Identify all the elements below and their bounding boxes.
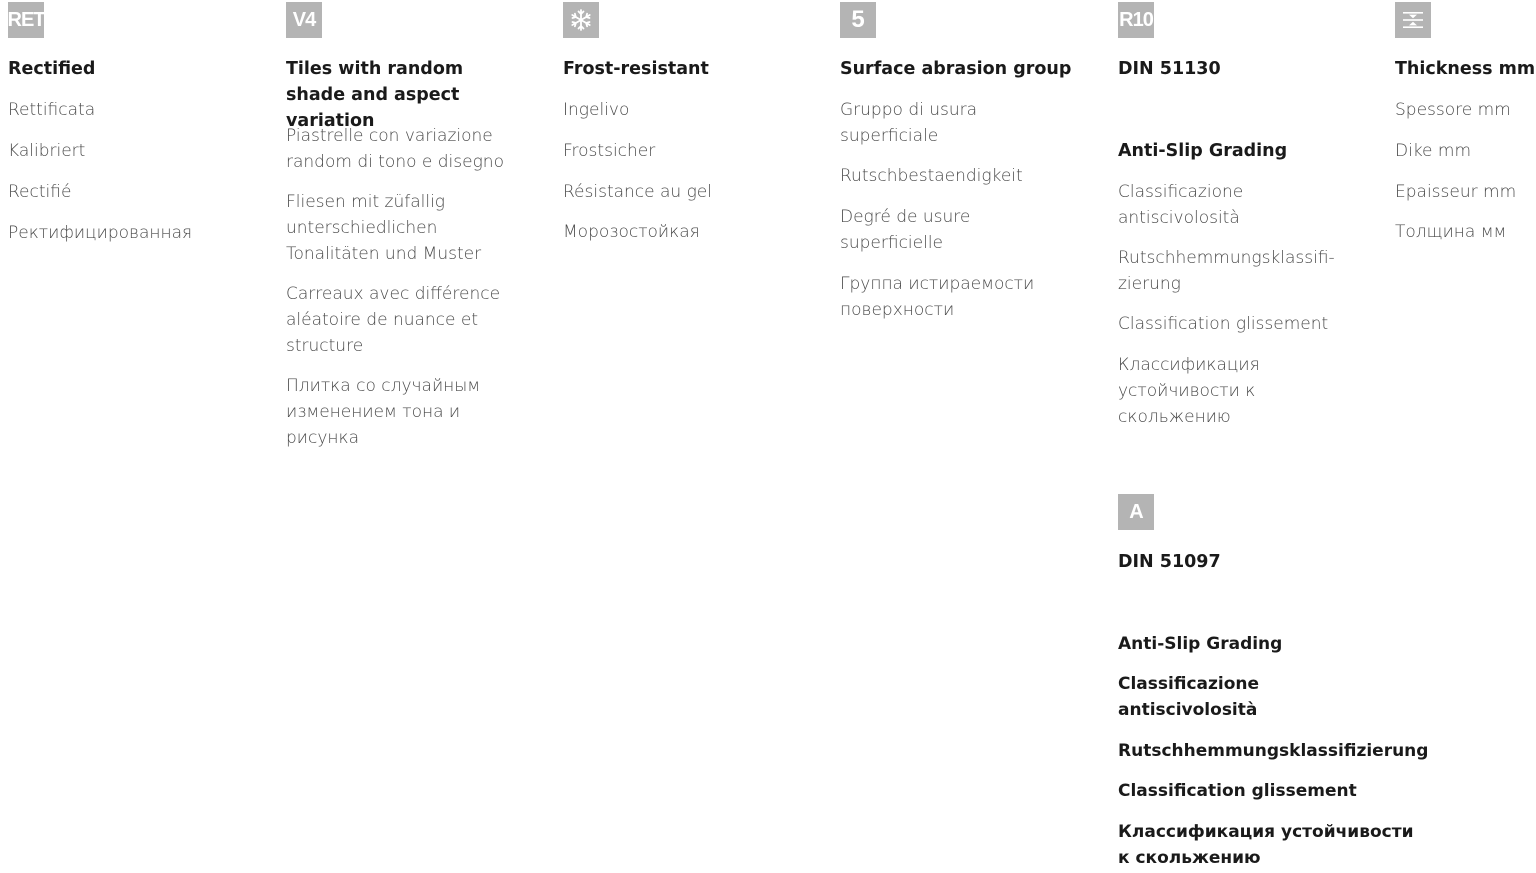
translation-item: Группа истираемости поверхности: [840, 274, 1035, 320]
translation-item: Толщина мм: [1395, 222, 1507, 242]
thickness-icon: [1403, 12, 1423, 28]
translation-item: Плитка со случайным изменением тона и ри…: [286, 376, 481, 448]
translation-item: Classificazione antiscivolosità: [1118, 674, 1260, 720]
translation-item: Rutschhemmungsklassifizierung: [1118, 741, 1429, 761]
translation-item: Rutschhemmungsklassifi- zierung: [1118, 248, 1335, 294]
translation-item: Degré de usure superficielle: [840, 207, 971, 253]
frost-badge: [563, 2, 599, 38]
rectified-badge: RET: [8, 2, 46, 38]
column-title: DIN 51130: [1118, 59, 1221, 79]
column-title: Rectified: [8, 59, 96, 79]
translation-item: Морозостойкая: [563, 222, 700, 242]
translation-item: Kalibriert: [8, 141, 86, 161]
column-title-secondary: DIN 51097: [1118, 552, 1221, 572]
column-title: Surface abrasion group: [840, 59, 1072, 79]
translation-item: Frostsicher: [563, 141, 656, 161]
r10-badge: R10: [1118, 2, 1154, 38]
v4-badge: V4: [286, 2, 322, 38]
translation-item: Rutschbestaendigkeit: [840, 166, 1023, 186]
translation-item: Ректифицированная: [8, 223, 193, 243]
abrasion-class-badge: 5: [840, 2, 876, 38]
translation-item: Résistance au gel: [563, 182, 712, 202]
translation-item: Piastrelle con variazione random di tono…: [286, 126, 504, 172]
translation-item: Classification glissement: [1118, 781, 1357, 801]
translation-item: Classificazione antiscivolosità: [1118, 182, 1244, 228]
translation-item: Anti-Slip Grading: [1118, 634, 1283, 654]
a-badge: A: [1118, 494, 1154, 530]
translation-item: Rectifié: [8, 182, 72, 202]
column-title: Thickness mm: [1395, 59, 1536, 79]
translation-item: Dike mm: [1395, 141, 1472, 161]
translation-item: Carreaux avec différence aléatoire de nu…: [286, 284, 501, 356]
translation-item: Классификация устойчивости к скольжению: [1118, 822, 1414, 868]
translation-item: Gruppo di usura superficiale: [840, 100, 978, 146]
translation-item: Spessore mm: [1395, 100, 1511, 120]
translation-item: Classification glissement: [1118, 314, 1329, 334]
translation-item: Epaisseur mm: [1395, 182, 1517, 202]
column-subtitle: Anti-Slip Grading: [1118, 141, 1288, 161]
translation-item: Rettificata: [8, 100, 96, 120]
translation-item: Классификация устойчивости к скольжению: [1118, 355, 1260, 427]
column-title: Frost-resistant: [563, 59, 709, 79]
thickness-badge: [1395, 2, 1431, 38]
translation-item: Ingelivo: [563, 100, 630, 120]
snowflake-icon: [571, 9, 591, 31]
translation-item: Fliesen mit züfallig unterschiedlichen T…: [286, 192, 482, 264]
